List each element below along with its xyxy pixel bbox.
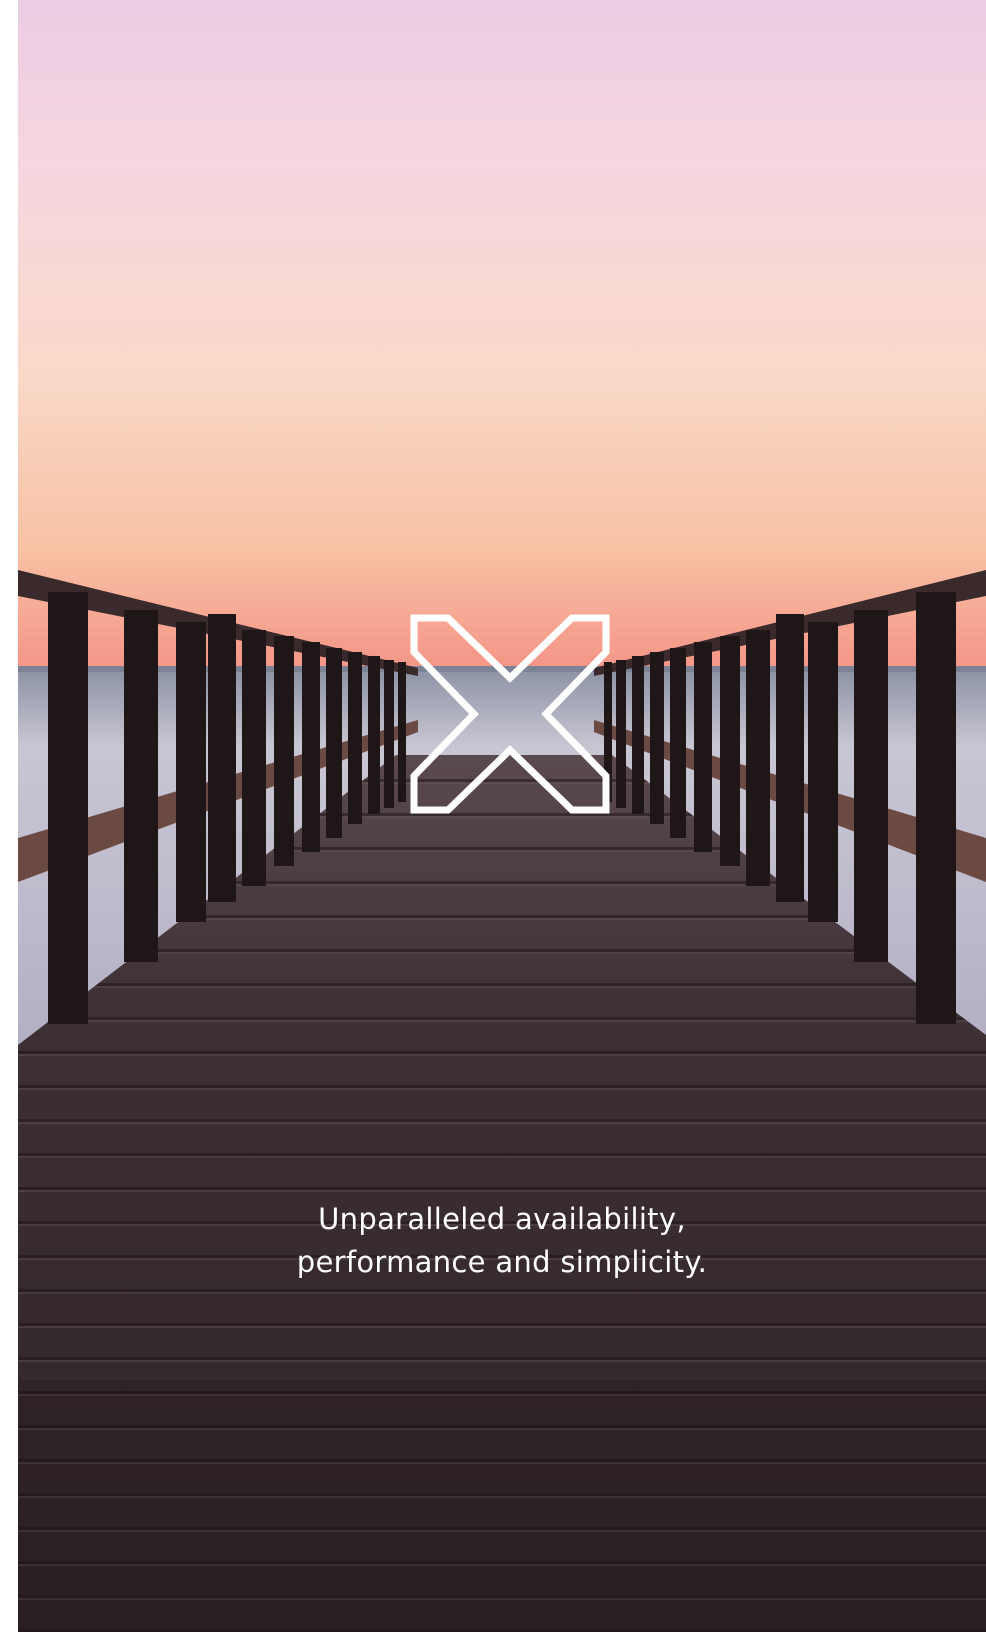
tagline-line-2: performance and simplicity. <box>296 1245 708 1279</box>
brand-x-outline-icon <box>410 614 610 814</box>
hero-banner: Unparalleled availability, performance a… <box>18 0 986 1632</box>
tagline-line-1: Unparalleled availability, <box>318 1202 686 1236</box>
pier-sunset-background <box>18 0 986 1632</box>
page: Unparalleled availability, performance a… <box>0 0 986 1632</box>
hero-tagline: Unparalleled availability, performance a… <box>18 1198 986 1284</box>
